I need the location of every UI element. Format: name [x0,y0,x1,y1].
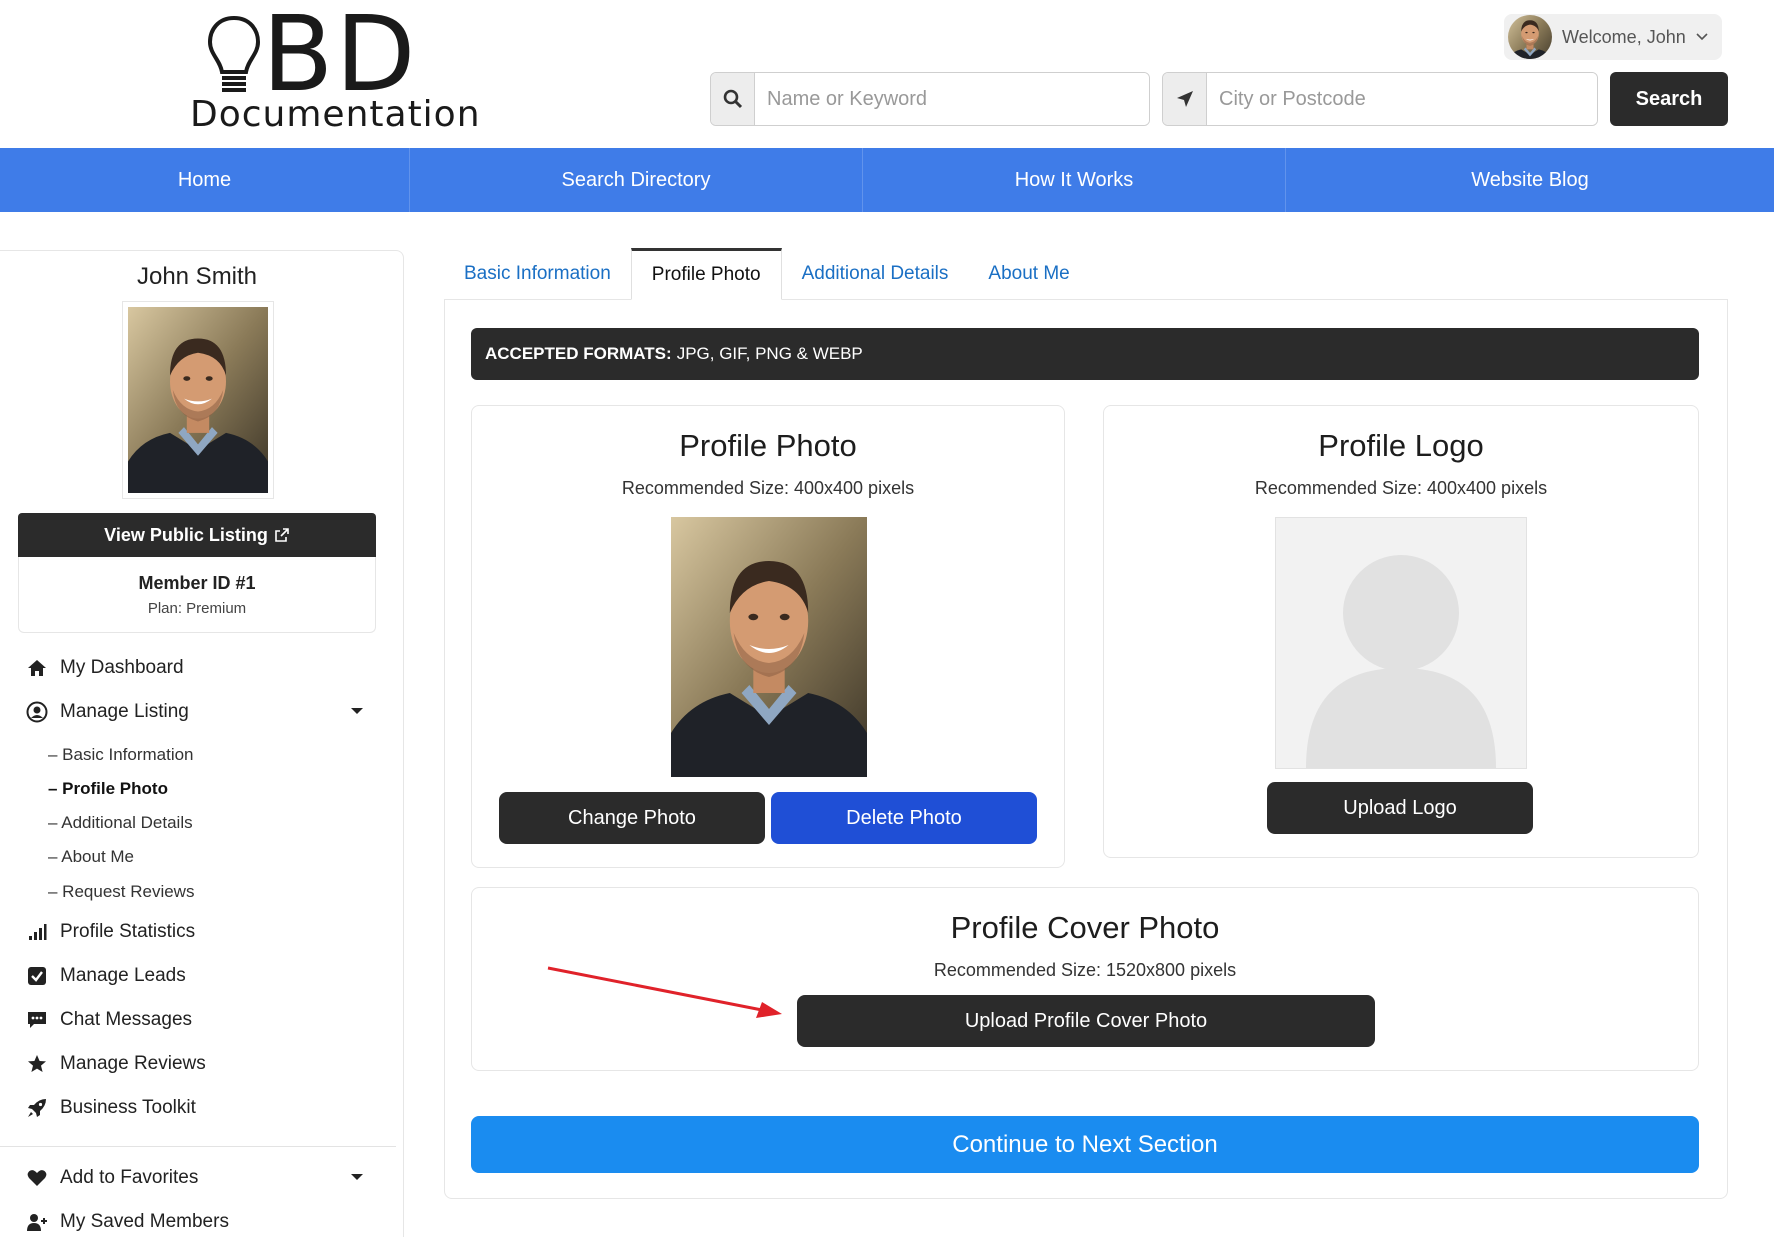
member-photo [122,301,274,499]
member-info: Member ID #1 Plan: Premium [18,557,376,633]
sidebar-item-label: Profile Statistics [60,921,196,942]
nav-website-blog[interactable]: Website Blog [1286,148,1774,212]
chat-icon [26,1009,48,1031]
welcome-text: Welcome, John [1562,26,1686,47]
tab-about-me[interactable]: About Me [968,248,1089,300]
rocket-icon [26,1097,48,1119]
caret-down-icon[interactable] [350,1173,364,1181]
bar-chart-icon [26,921,48,943]
site-logo[interactable]: BD Documentation [190,2,480,135]
member-id: Member ID #1 [138,573,256,593]
main-nav: Home Search Directory How It Works Websi… [0,148,1774,212]
tab-additional-details[interactable]: Additional Details [782,248,969,300]
view-public-listing-button[interactable]: View Public Listing [18,513,376,557]
lightbulb-icon [207,15,261,92]
sidebar-subitem-profile-photo[interactable]: – Profile Photo [48,779,168,799]
upload-cover-photo-button[interactable]: Upload Profile Cover Photo [797,995,1375,1047]
sidebar-item-label: My Saved Members [60,1211,229,1232]
sidebar-subitem-additional-details[interactable]: – Additional Details [48,813,193,833]
sidebar-subitem-request-reviews[interactable]: – Request Reviews [48,882,194,902]
sidebar-item-add-to-favorites[interactable]: Add to Favorites [26,1167,198,1189]
logo-subtext: Documentation [190,94,481,135]
sidebar-subitem-basic-information[interactable]: – Basic Information [48,745,194,765]
continue-button[interactable]: Continue to Next Section [471,1116,1699,1173]
view-public-listing-label: View Public Listing [104,524,268,545]
sidebar-item-chat-messages[interactable]: Chat Messages [26,1009,192,1031]
checkbox-icon [26,965,48,987]
profile-photo-preview [671,517,867,777]
tab-profile-photo[interactable]: Profile Photo [630,248,782,300]
caret-down-icon[interactable] [350,707,364,715]
sidebar-item-manage-leads[interactable]: Manage Leads [26,965,186,987]
profile-photo-card: Profile Photo Recommended Size: 400x400 … [471,405,1065,868]
site-header: BD Documentation Welcome, John Search [0,0,1774,148]
sidebar-item-label: Chat Messages [60,1009,193,1030]
external-link-icon [275,528,289,542]
member-name: John Smith [136,263,258,290]
sidebar-item-business-toolkit[interactable]: Business Toolkit [26,1097,196,1119]
sidebar-item-manage-listing[interactable]: Manage Listing [26,701,189,723]
heart-icon [26,1167,48,1189]
home-icon [26,657,48,679]
keyword-search-input[interactable] [755,73,1149,125]
profile-logo-title: Profile Logo [1318,428,1484,463]
placeholder-avatar-icon [1275,517,1527,769]
user-plus-icon [26,1211,48,1233]
profile-photo-title: Profile Photo [679,428,857,463]
sidebar-item-dashboard[interactable]: My Dashboard [26,657,184,679]
chevron-down-icon [1696,33,1708,41]
delete-photo-button[interactable]: Delete Photo [771,792,1037,844]
accepted-formats-banner: ACCEPTED FORMATS: JPG, GIF, PNG & WEBP [471,328,1699,380]
upload-logo-button[interactable]: Upload Logo [1267,782,1533,834]
sidebar-divider [0,1146,396,1147]
sidebar-item-manage-reviews[interactable]: Manage Reviews [26,1053,206,1075]
formats-label: ACCEPTED FORMATS: [485,344,672,363]
sidebar-item-label: Manage Listing [60,701,189,722]
sidebar-item-label: Business Toolkit [60,1097,196,1118]
user-circle-icon [26,701,48,723]
logo-text: BD [262,0,418,115]
cover-photo-title: Profile Cover Photo [950,910,1220,945]
sidebar-item-label: Add to Favorites [60,1167,199,1188]
sidebar-item-label: Manage Leads [60,965,186,986]
profile-tabs: Basic Information Profile Photo Addition… [444,248,1090,300]
formats-value: JPG, GIF, PNG & WEBP [676,344,863,363]
location-search-input[interactable] [1207,73,1597,125]
location-search-group [1162,72,1598,126]
nav-how-it-works[interactable]: How It Works [863,148,1286,212]
nav-home[interactable]: Home [0,148,410,212]
user-menu-button[interactable]: Welcome, John [1504,14,1722,60]
red-arrow-icon [547,966,782,1018]
location-arrow-icon [1163,73,1207,125]
sidebar-item-saved-members[interactable]: My Saved Members [26,1211,229,1233]
keyword-search-group [710,72,1150,126]
profile-photo-size: Recommended Size: 400x400 pixels [621,478,915,498]
search-icon [711,73,755,125]
avatar [1508,15,1552,59]
sidebar-item-label: Manage Reviews [60,1053,206,1074]
search-button[interactable]: Search [1610,72,1728,126]
member-plan: Plan: Premium [147,600,247,617]
sidebar: John Smith View Public Listing Member ID… [0,250,404,1237]
change-photo-button[interactable]: Change Photo [499,792,765,844]
sidebar-item-label: My Dashboard [60,657,184,678]
star-icon [26,1053,48,1075]
sidebar-subitem-about-me[interactable]: – About Me [48,847,134,867]
profile-logo-size: Recommended Size: 400x400 pixels [1254,478,1548,498]
sidebar-item-profile-statistics[interactable]: Profile Statistics [26,921,195,943]
tab-basic-information[interactable]: Basic Information [444,248,631,300]
nav-search-directory[interactable]: Search Directory [410,148,863,212]
profile-logo-card: Profile Logo Recommended Size: 400x400 p… [1103,405,1699,858]
